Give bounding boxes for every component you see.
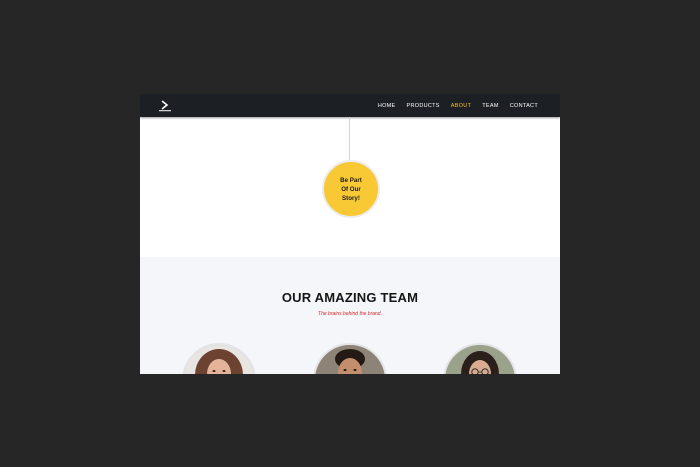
woman-glasses-photo <box>445 345 515 374</box>
website-preview: HOME PRODUCTS ABOUT TEAM CONTACT Be Part… <box>140 94 560 374</box>
nav-item-contact[interactable]: CONTACT <box>510 103 538 109</box>
man-smiling-photo <box>315 345 385 374</box>
be-part-of-story-badge[interactable]: Be Part Of Our Story! <box>322 160 380 218</box>
woman-curly-hair-photo <box>184 345 254 374</box>
nav-item-products[interactable]: PRODUCTS <box>407 103 440 109</box>
team-member-avatar-2[interactable] <box>313 343 387 374</box>
timeline-line <box>349 117 350 161</box>
nav-menu: HOME PRODUCTS ABOUT TEAM CONTACT <box>367 103 538 109</box>
team-subtitle: The brains behind the brand. <box>318 311 382 317</box>
nav-item-home[interactable]: HOME <box>378 103 396 109</box>
top-navbar: HOME PRODUCTS ABOUT TEAM CONTACT <box>140 94 560 117</box>
nav-item-team[interactable]: TEAM <box>482 103 498 109</box>
team-member-avatar-1[interactable] <box>182 343 256 374</box>
arrow-logo-icon[interactable] <box>158 99 172 112</box>
story-badge-label: Be Part Of Our Story! <box>340 176 362 202</box>
team-member-avatar-3[interactable] <box>443 343 517 374</box>
nav-item-about[interactable]: ABOUT <box>451 103 471 109</box>
team-title: OUR AMAZING TEAM <box>281 290 419 305</box>
team-section: OUR AMAZING TEAM The brains behind the b… <box>140 257 560 374</box>
